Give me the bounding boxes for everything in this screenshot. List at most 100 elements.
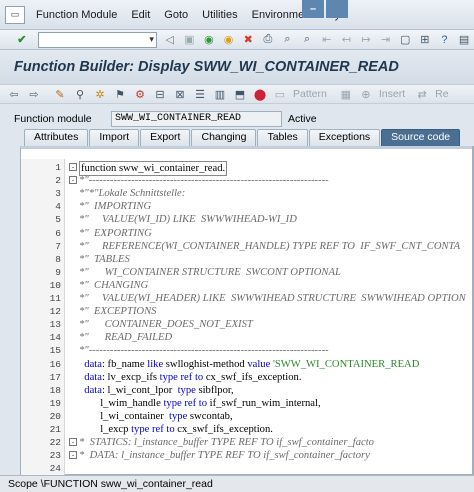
- tab-import[interactable]: Import: [89, 129, 140, 146]
- function-module-field[interactable]: SWW_WI_CONTAINER_READ: [111, 111, 282, 127]
- code-text: * DATA: l_instance_buffer TYPE REF TO if…: [79, 450, 370, 462]
- fold-toggle-icon[interactable]: -: [69, 451, 77, 460]
- other-object-icon[interactable]: ⚲: [72, 86, 88, 102]
- code-text: *" EXPORTING: [79, 227, 152, 239]
- code-line[interactable]: 15 *"------------------------------------…: [21, 344, 473, 357]
- line-number: 19: [49, 397, 61, 409]
- menu-goto[interactable]: Goto: [164, 9, 188, 21]
- code-text: *" CONTAINER_DOES_NOT_EXIST: [79, 319, 253, 331]
- tab-source-code[interactable]: Source code: [381, 129, 461, 146]
- fold-toggle-icon[interactable]: -: [69, 438, 77, 447]
- code-line[interactable]: 23- * DATA: l_instance_buffer TYPE REF TO…: [21, 449, 473, 462]
- tab-exceptions[interactable]: Exceptions: [308, 129, 381, 146]
- next-page-icon[interactable]: ↦: [358, 32, 374, 48]
- pattern-icon[interactable]: ▭: [272, 86, 288, 102]
- window-icon[interactable]: [326, 0, 348, 18]
- code-line[interactable]: 12 *" EXCEPTIONS: [21, 305, 473, 318]
- fold-toggle-icon[interactable]: -: [69, 176, 77, 185]
- test-icon[interactable]: ⚙: [132, 86, 148, 102]
- code-text: l_excp type ref to cx_swf_ifs_exception.: [79, 424, 273, 435]
- new-session-icon[interactable]: ▢: [397, 32, 413, 48]
- exit-icon[interactable]: ◉: [221, 32, 237, 48]
- find-icon[interactable]: ⌕: [280, 32, 296, 48]
- code-line[interactable]: 24: [21, 462, 473, 475]
- command-field-dropdown-icon[interactable]: ▾: [149, 34, 154, 45]
- line-number: 20: [49, 410, 61, 422]
- menu-utilities[interactable]: Utilities: [202, 9, 237, 21]
- breakpoint-icon[interactable]: ⬤: [252, 86, 268, 102]
- check-icon[interactable]: ✲: [92, 86, 108, 102]
- command-field[interactable]: ▾: [37, 31, 157, 48]
- code-line[interactable]: 16 data: fb_name like swlloghist-method …: [21, 358, 473, 371]
- last-page-icon[interactable]: ⇥: [378, 32, 394, 48]
- code-line[interactable]: 6 *" EXPORTING: [21, 227, 473, 240]
- collapse-icon[interactable]: ◁: [162, 32, 178, 48]
- menu-edit[interactable]: Edit: [131, 9, 150, 21]
- code-line[interactable]: 22- * STATICS: l_instance_buffer TYPE REF…: [21, 436, 473, 449]
- code-line[interactable]: 11 *" VALUE(WI_HEADER) LIKE SWWWIHEAD STR…: [21, 292, 473, 305]
- cancel-icon[interactable]: ✖: [240, 32, 256, 48]
- code-line[interactable]: 3 *"*"Lokale Schnittstelle:: [21, 187, 473, 200]
- tab-changing[interactable]: Changing: [191, 129, 257, 146]
- insert-icon[interactable]: ⊕: [358, 86, 374, 102]
- forward-arrow-icon[interactable]: ⇨: [26, 86, 42, 102]
- code-text: * STATICS: l_instance_buffer TYPE REF TO…: [79, 437, 374, 449]
- menu-function-module[interactable]: Function Module: [36, 9, 117, 21]
- function-module-row: Function module SWW_WI_CONTAINER_READ Ac…: [0, 109, 474, 129]
- code-line[interactable]: 2- *"------------------------------------…: [21, 174, 473, 187]
- tab-export[interactable]: Export: [140, 129, 191, 146]
- line-number: 4: [55, 201, 61, 213]
- enhance-icon[interactable]: ⬒: [232, 86, 248, 102]
- save-icon[interactable]: ▣: [182, 32, 198, 48]
- back-arrow-icon[interactable]: ⇦: [6, 86, 22, 102]
- back-icon[interactable]: ◉: [201, 32, 217, 48]
- navigation-window-icon[interactable]: ▥: [212, 86, 228, 102]
- status-bar: Scope \FUNCTION sww_wi_container_read: [0, 475, 474, 492]
- sap-menu-icon[interactable]: ▭: [5, 5, 25, 24]
- print-icon[interactable]: ⎙: [260, 32, 276, 48]
- code-line[interactable]: 5 *" VALUE(WI_ID) LIKE SWWWIHEAD-WI_ID: [21, 213, 473, 226]
- code-line[interactable]: 14 *" READ_FAILED: [21, 331, 473, 344]
- code-line[interactable]: 4 *" IMPORTING: [21, 200, 473, 213]
- code-line[interactable]: 17 data: lv_excp_ifs type ref to cx_swf_…: [21, 371, 473, 384]
- code-line[interactable]: 19 l_wim_handle type ref to if_swf_run_w…: [21, 397, 473, 410]
- insert-button[interactable]: Insert: [379, 88, 405, 100]
- activate-icon[interactable]: ⚑: [112, 86, 128, 102]
- code-text: *"*"Lokale Schnittstelle:: [79, 188, 186, 200]
- fold-toggle-icon[interactable]: -: [69, 163, 77, 171]
- object-list-icon[interactable]: ☰: [192, 86, 208, 102]
- line-number: 12: [49, 306, 61, 318]
- shortcut-icon[interactable]: ⊞: [417, 32, 433, 48]
- where-used-icon[interactable]: ⊟: [152, 86, 168, 102]
- application-toolbar: ⇦ ⇨ ✎ ⚲ ✲ ⚑ ⚙ ⊟ ⊠ ☰ ▥ ⬒ ⬤ ▭ Pattern ▦ ⊕ …: [0, 84, 474, 104]
- prev-page-icon[interactable]: ↤: [339, 32, 355, 48]
- layout-icon[interactable]: ▤: [456, 32, 472, 48]
- tab-attributes[interactable]: Attributes: [24, 129, 89, 146]
- code-line[interactable]: 1- function sww_wi_container_read.: [21, 161, 473, 176]
- code-line[interactable]: 10 *" CHANGING: [21, 279, 473, 292]
- tab-tables[interactable]: Tables: [257, 129, 308, 146]
- pretty-printer-icon[interactable]: ▦: [338, 86, 354, 102]
- replace-icon[interactable]: ⇄: [414, 86, 430, 102]
- line-number: 13: [49, 319, 61, 331]
- code-line[interactable]: 18 data: l_wi_cont_lpor type sibflpor,: [21, 384, 473, 397]
- enter-check-icon[interactable]: ✔: [14, 32, 30, 48]
- pattern-button[interactable]: Pattern: [293, 88, 327, 100]
- code-line[interactable]: 21 l_excp type ref to cx_swf_ifs_excepti…: [21, 423, 473, 436]
- help-icon[interactable]: ?: [437, 32, 453, 48]
- code-line[interactable]: 13 *" CONTAINER_DOES_NOT_EXIST: [21, 318, 473, 331]
- find-next-icon[interactable]: ⌕: [299, 32, 315, 48]
- code-line[interactable]: 8 *" TABLES: [21, 253, 473, 266]
- minimize-icon[interactable]: –: [302, 0, 324, 18]
- code-text: *" VALUE(WI_ID) LIKE SWWWIHEAD-WI_ID: [79, 214, 297, 226]
- replace-button[interactable]: Re: [435, 88, 448, 100]
- code-text: l_wi_container type swcontab,: [79, 410, 233, 422]
- code-line[interactable]: 9 *" WI_CONTAINER STRUCTURE SWCONT OPTION…: [21, 266, 473, 279]
- display-change-icon[interactable]: ✎: [52, 86, 68, 102]
- first-page-icon[interactable]: ⇤: [319, 32, 335, 48]
- hierarchy-icon[interactable]: ⊠: [172, 86, 188, 102]
- code-text: *" CHANGING: [79, 279, 149, 291]
- code-line[interactable]: 7 *" REFERENCE(WI_CONTAINER_HANDLE) TYPE …: [21, 240, 473, 253]
- code-line[interactable]: 20 l_wi_container type swcontab,: [21, 410, 473, 423]
- source-code-editor[interactable]: 1- function sww_wi_container_read. 2- *"---…: [20, 146, 474, 487]
